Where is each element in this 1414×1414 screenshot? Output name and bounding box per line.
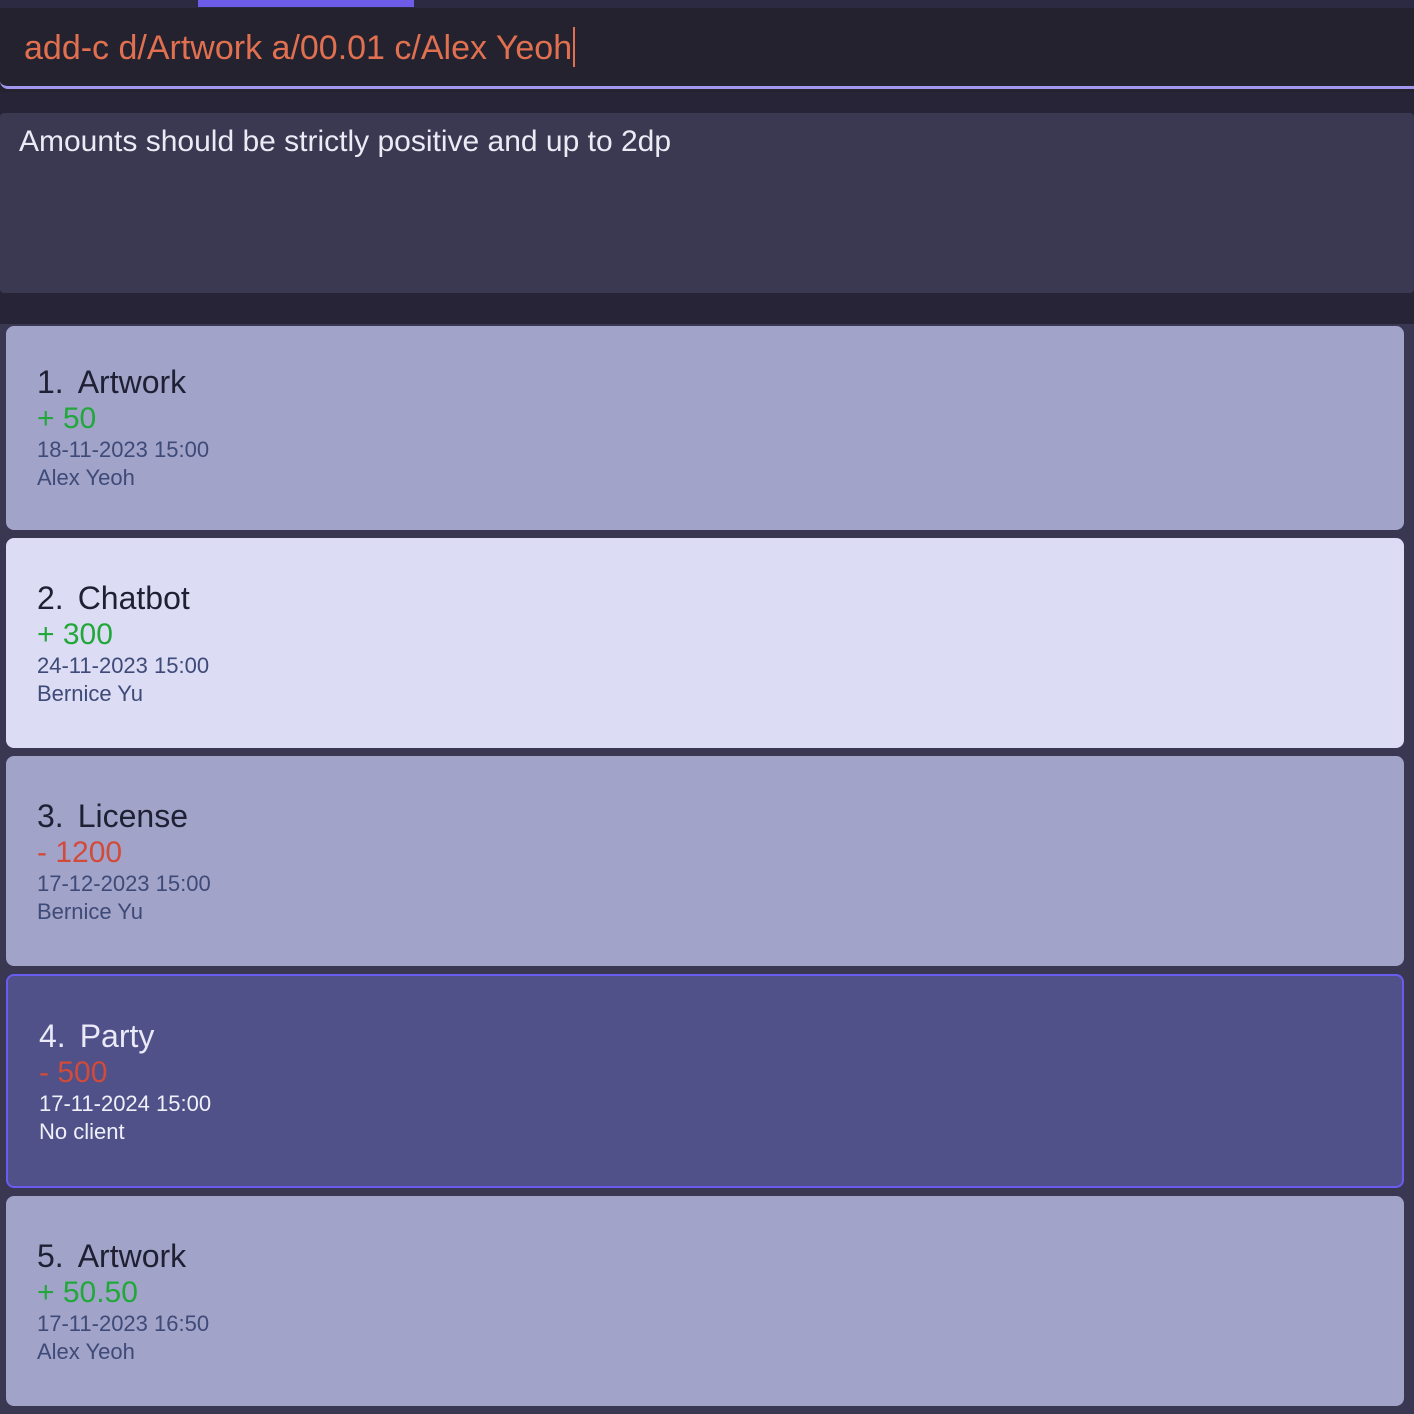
result-area: Amounts should be strictly positive and …	[0, 92, 1414, 324]
command-box: add-c d/Artwork a/00.01 c/Alex Yeoh	[0, 8, 1414, 92]
transaction-client: Bernice Yu	[37, 899, 144, 924]
transaction-index: 1.	[37, 364, 64, 400]
transaction-datetime: 17-11-2024 15:00	[39, 1091, 212, 1116]
transaction-amount: - 1200	[37, 836, 123, 869]
transaction-amount: + 300	[37, 618, 113, 651]
command-text: add-c d/Artwork a/00.01 c/Alex Yeoh	[24, 29, 573, 67]
transaction-client: Alex Yeoh	[37, 1339, 135, 1364]
result-display: Amounts should be strictly positive and …	[0, 113, 1414, 293]
transaction-index: 3.	[37, 798, 64, 834]
transaction-title: 5. Artwork	[37, 1238, 186, 1275]
transaction-client: Bernice Yu	[37, 681, 144, 706]
transaction-title: 4. Party	[39, 1018, 154, 1055]
transaction-card[interactable]: 3. License - 1200 17-12-2023 15:00 Bernic…	[6, 756, 1404, 966]
transaction-card-selected[interactable]: 4. Party - 500 17-11-2024 15:00 No client	[6, 974, 1404, 1188]
transaction-datetime: 17-12-2023 15:00	[37, 871, 211, 896]
transaction-datetime: 24-11-2023 15:00	[37, 653, 210, 678]
transaction-description: Chatbot	[77, 580, 190, 616]
transaction-amount: - 500	[39, 1056, 108, 1089]
transaction-amount: + 50.50	[37, 1276, 138, 1309]
transaction-datetime: 17-11-2023 16:50	[37, 1311, 210, 1336]
active-tab-indicator[interactable]	[198, 0, 414, 7]
transaction-description: Party	[79, 1018, 155, 1054]
transaction-index: 5.	[37, 1238, 64, 1274]
transaction-description: License	[77, 798, 188, 834]
transaction-index: 4.	[39, 1018, 66, 1054]
transaction-card[interactable]: 5. Artwork + 50.50 17-11-2023 16:50 Alex …	[6, 1196, 1404, 1406]
transaction-list[interactable]: 1. Artwork + 50 18-11-2023 15:00 Alex Yeo…	[0, 324, 1414, 1414]
transaction-datetime: 18-11-2023 15:00	[37, 437, 210, 462]
app-window: add-c d/Artwork a/00.01 c/Alex Yeoh Amou…	[0, 0, 1414, 1414]
command-input[interactable]: add-c d/Artwork a/00.01 c/Alex Yeoh	[0, 8, 1414, 89]
text-cursor	[573, 27, 576, 68]
transaction-description: Artwork	[77, 1238, 187, 1274]
transaction-amount: + 50	[37, 402, 97, 435]
transaction-card[interactable]: 1. Artwork + 50 18-11-2023 15:00 Alex Yeo…	[6, 326, 1404, 530]
transaction-title: 1. Artwork	[37, 364, 186, 401]
transaction-title: 3. License	[37, 798, 188, 835]
transaction-client: No client	[39, 1119, 125, 1144]
transaction-title: 2. Chatbot	[37, 580, 190, 617]
transaction-description: Artwork	[77, 364, 187, 400]
transaction-card[interactable]: 2. Chatbot + 300 24-11-2023 15:00 Bernice…	[6, 538, 1404, 748]
result-message: Amounts should be strictly positive and …	[19, 125, 672, 158]
tab-bar	[0, 0, 1414, 8]
transaction-index: 2.	[37, 580, 64, 616]
transaction-client: Alex Yeoh	[37, 465, 135, 490]
